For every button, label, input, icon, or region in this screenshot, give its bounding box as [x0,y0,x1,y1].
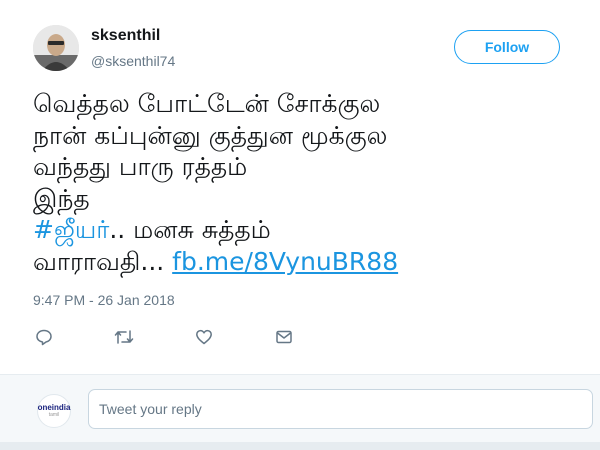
tweet-line: இந்த [33,183,90,213]
brand-logo-text: oneindia [37,403,71,412]
tweet-url-link[interactable]: fb.me/8VynuBR88 [172,247,398,276]
tweet-text-fragment: வாராவதி... [33,246,173,276]
like-icon[interactable] [193,326,215,348]
follow-button[interactable]: Follow [454,30,560,64]
hashtag-link[interactable]: #ஜீயர் [33,215,109,244]
tweet-actions [0,326,600,348]
tweet-line: வெத்தல போட்டேன் சோக்குல [33,89,381,118]
tweet-line: நான் கப்புன்னு குத்துன மூக்குல [33,120,388,150]
display-name[interactable]: sksenthil [91,27,160,45]
brand-logo-subtext: tamil [48,412,60,418]
bottom-bar [0,442,600,450]
tweet-line-link: வாராவதி... fb.me/8VynuBR88 [33,246,573,278]
reply-avatar: oneindia tamil [37,394,71,428]
tweet-line-hashtag: #ஜீயர்.. மனசு சுத்தம் [33,214,573,246]
reply-icon[interactable] [33,326,55,348]
retweet-icon[interactable] [113,326,135,348]
tweet-timestamp[interactable]: 9:47 PM - 26 Jan 2018 [33,292,175,308]
tweet-text-fragment: .. மனசு சுத்தம் [109,215,271,244]
user-avatar[interactable] [33,25,79,71]
reply-input[interactable] [88,389,593,429]
tweet-text: வெத்தல போட்டேன் சோக்குல நான் கப்புன்னு க… [33,88,573,277]
tweet-line: வந்தது பாரு ரத்தம் [33,152,248,181]
direct-message-icon[interactable] [273,326,295,348]
user-handle[interactable]: @sksenthil74 [91,53,175,69]
